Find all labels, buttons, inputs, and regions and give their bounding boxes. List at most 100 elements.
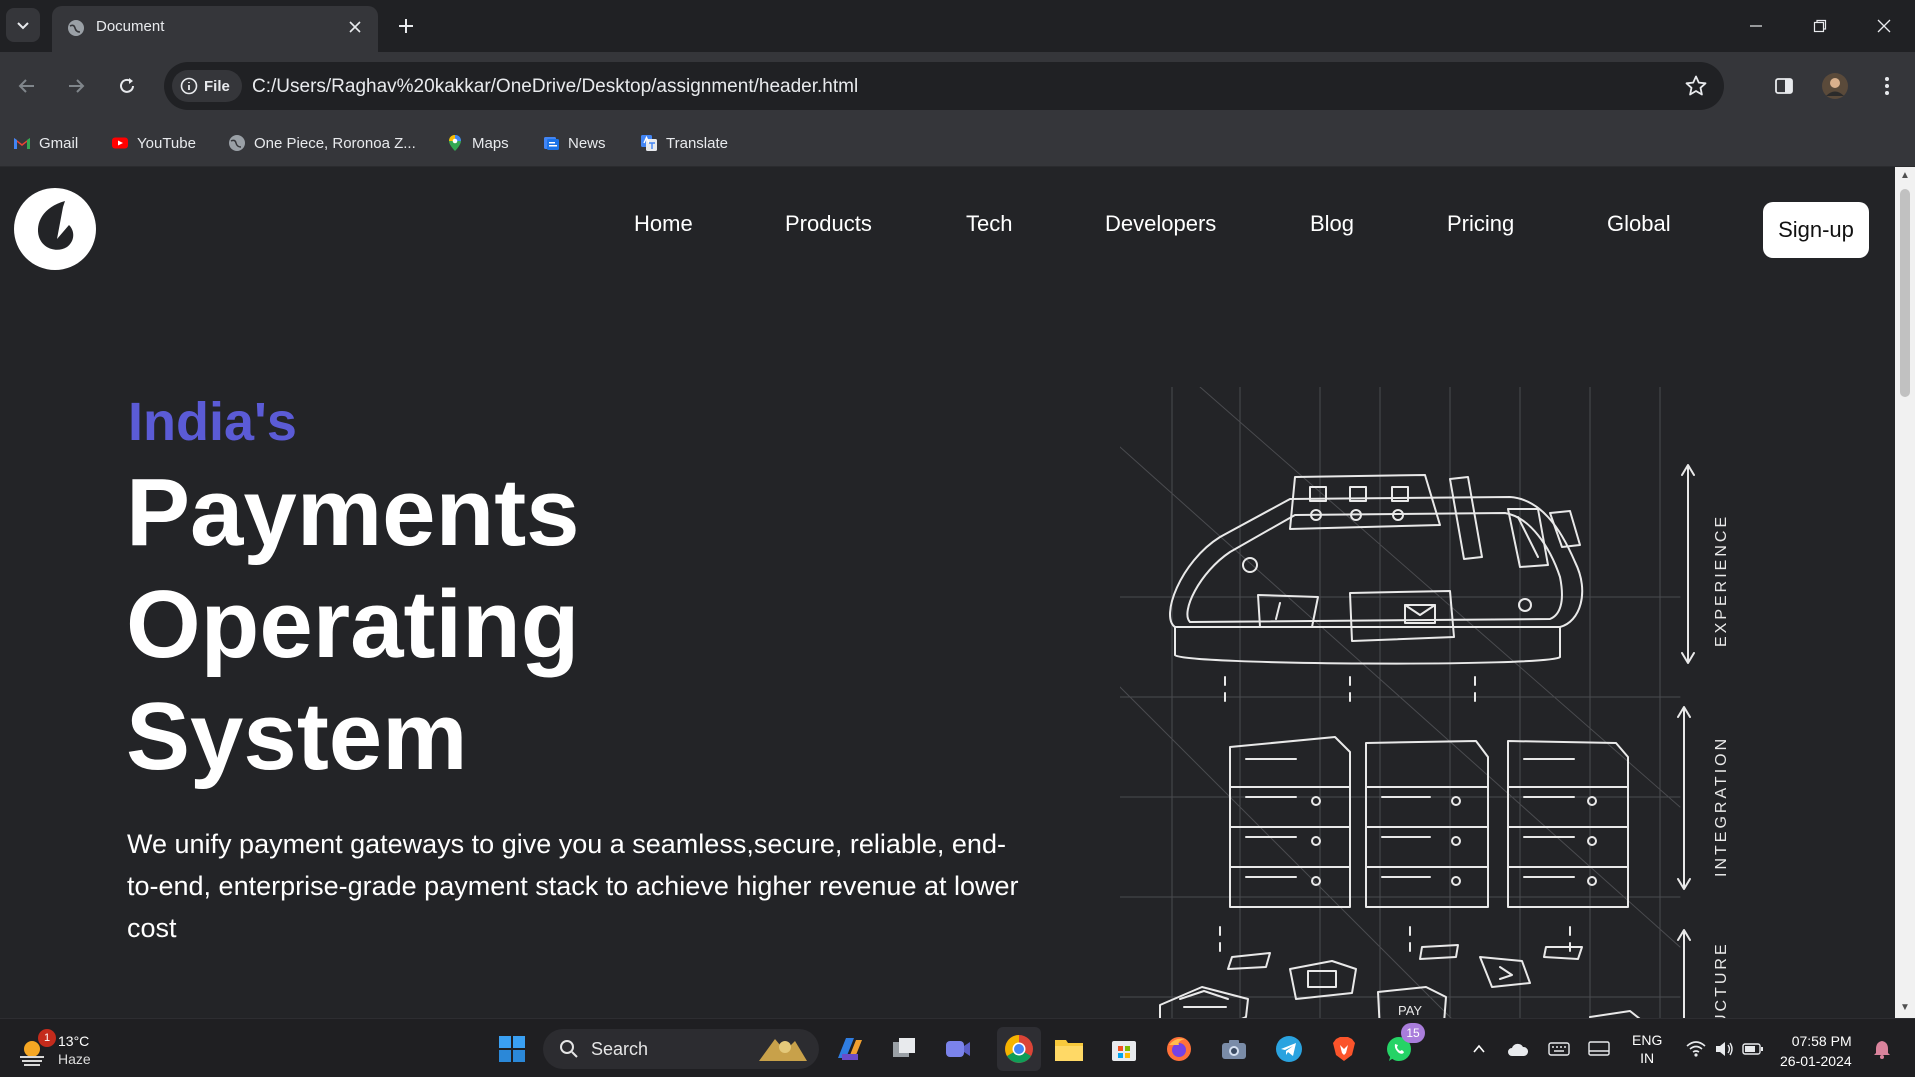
chevron-up-icon	[1473, 1044, 1485, 1053]
info-icon	[180, 77, 198, 95]
weather-widget[interactable]: 1 13°C Haze	[18, 1029, 128, 1071]
brave-icon	[1333, 1037, 1355, 1061]
display-tray[interactable]	[1583, 1033, 1615, 1065]
scroll-thumb[interactable]	[1900, 189, 1910, 397]
whatsapp-badge: 15	[1401, 1023, 1425, 1043]
profile-button[interactable]	[1819, 70, 1851, 102]
bookmark-translate[interactable]: Translate	[640, 128, 728, 158]
notifications-button[interactable]	[1866, 1033, 1898, 1065]
tab-title: Document	[96, 18, 165, 35]
bookmark-label: YouTube	[137, 134, 196, 152]
nav-tech[interactable]: Tech	[966, 211, 1012, 237]
bookmark-label: Maps	[472, 134, 509, 152]
brand-logo[interactable]	[13, 187, 97, 271]
side-panel-button[interactable]	[1768, 70, 1800, 102]
chevron-down-icon	[17, 22, 29, 30]
search-icon	[560, 1040, 578, 1058]
nav-global[interactable]: Global	[1607, 211, 1671, 237]
volume-tray[interactable]	[1708, 1033, 1740, 1065]
clock-time: 07:58 PM	[1791, 1033, 1852, 1049]
close-tab-button[interactable]	[344, 16, 366, 38]
search-placeholder: Search	[591, 1039, 649, 1059]
bookmark-star-icon[interactable]	[1684, 74, 1708, 98]
windows-logo-icon	[499, 1036, 525, 1062]
nav-pricing[interactable]: Pricing	[1447, 211, 1514, 237]
signup-button[interactable]: Sign-up	[1763, 202, 1869, 258]
youtube-icon	[112, 137, 128, 149]
teams-app[interactable]	[942, 1033, 974, 1065]
site-chip-label: File	[204, 77, 230, 95]
bookmark-label: Translate	[666, 134, 728, 152]
firefox-app[interactable]	[1163, 1033, 1195, 1065]
minimize-button[interactable]	[1733, 8, 1779, 44]
globe-icon	[68, 20, 84, 36]
brave-app[interactable]	[1328, 1033, 1360, 1065]
onedrive-tray[interactable]	[1502, 1033, 1534, 1065]
active-tab[interactable]: Document	[52, 6, 378, 52]
file-explorer-app[interactable]	[1053, 1033, 1085, 1065]
nav-home[interactable]: Home	[634, 211, 693, 237]
avatar	[1822, 73, 1848, 99]
scroll-down-arrow-icon[interactable]: ▼	[1900, 1003, 1910, 1013]
show-hidden-icons-button[interactable]	[1463, 1033, 1495, 1065]
camera-app[interactable]	[1218, 1033, 1250, 1065]
windows-taskbar: 1 13°C Haze Search 15 ENG IN 07:58 PM 26…	[0, 1018, 1915, 1077]
keyboard-tray[interactable]	[1543, 1033, 1575, 1065]
bookmarks-bar: Gmail YouTube One Piece, Roronoa Z... Ma…	[0, 120, 1915, 167]
tab-search-button[interactable]	[6, 8, 40, 42]
microsoft-store-app[interactable]	[1108, 1033, 1140, 1065]
task-view-icon	[893, 1038, 915, 1057]
bookmark-maps[interactable]: Maps	[446, 128, 509, 158]
back-button[interactable]	[9, 68, 45, 104]
camera-icon	[1222, 1040, 1246, 1059]
bookmark-label: One Piece, Roronoa Z...	[254, 134, 416, 152]
chrome-icon	[1005, 1035, 1033, 1063]
globe-icon	[229, 135, 245, 151]
chrome-app[interactable]	[997, 1027, 1041, 1071]
experience-label: EXPERIENCE	[1713, 514, 1730, 647]
language-indicator[interactable]: ENG IN	[1632, 1031, 1662, 1067]
restore-icon	[1813, 19, 1827, 33]
restore-button[interactable]	[1797, 8, 1843, 44]
address-bar[interactable]: File C:/Users/Raghav%20kakkar/OneDrive/D…	[164, 62, 1724, 110]
keyboard-icon	[1548, 1042, 1570, 1056]
telegram-app[interactable]	[1273, 1033, 1305, 1065]
headline-line: System	[126, 683, 468, 790]
reload-button[interactable]	[109, 68, 145, 104]
bookmark-gmail[interactable]: Gmail	[13, 128, 78, 158]
more-vertical-icon	[1885, 77, 1889, 95]
reload-icon	[120, 78, 134, 93]
new-tab-button[interactable]	[392, 12, 420, 40]
page-scrollbar[interactable]: ▲ ▼	[1895, 167, 1915, 1018]
battery-tray[interactable]	[1737, 1033, 1769, 1065]
firefox-icon	[1167, 1037, 1191, 1061]
weather-badge: 1	[38, 1029, 56, 1047]
taskbar-search[interactable]: Search	[543, 1029, 819, 1069]
nav-products[interactable]: Products	[785, 211, 872, 237]
news-icon	[544, 137, 559, 150]
region-code: IN	[1640, 1050, 1655, 1066]
start-button[interactable]	[496, 1033, 528, 1065]
site-info-chip[interactable]: File	[172, 70, 242, 102]
whatsapp-app[interactable]: 15	[1383, 1023, 1425, 1065]
tab-strip: Document	[0, 0, 1915, 52]
close-window-button[interactable]	[1861, 8, 1907, 44]
bookmark-one-piece[interactable]: One Piece, Roronoa Z...	[228, 128, 416, 158]
bookmark-label: News	[568, 134, 606, 152]
forward-button[interactable]	[58, 68, 94, 104]
task-view-app[interactable]	[888, 1033, 920, 1065]
scroll-up-arrow-icon[interactable]: ▲	[1900, 171, 1910, 181]
headline-line: Payments	[126, 459, 580, 566]
maps-icon	[449, 135, 461, 151]
url-text[interactable]: C:/Users/Raghav%20kakkar/OneDrive/Deskto…	[252, 76, 858, 98]
structure-layer: PAY	[1159, 944, 1641, 1018]
bookmark-news[interactable]: News	[542, 128, 606, 158]
nav-developers[interactable]: Developers	[1105, 211, 1216, 237]
payments-stack-illustration: PAY EXPERIENCE INTEGRATION STRUCTURE	[1120, 387, 1730, 1018]
browser-menu-button[interactable]	[1871, 70, 1903, 102]
system-clock[interactable]: 07:58 PM 26-01-2024	[1780, 1031, 1852, 1071]
copilot-app[interactable]	[833, 1033, 865, 1065]
bookmark-youtube[interactable]: YouTube	[111, 128, 196, 158]
sketch-grid	[1120, 387, 1681, 1018]
nav-blog[interactable]: Blog	[1310, 211, 1354, 237]
